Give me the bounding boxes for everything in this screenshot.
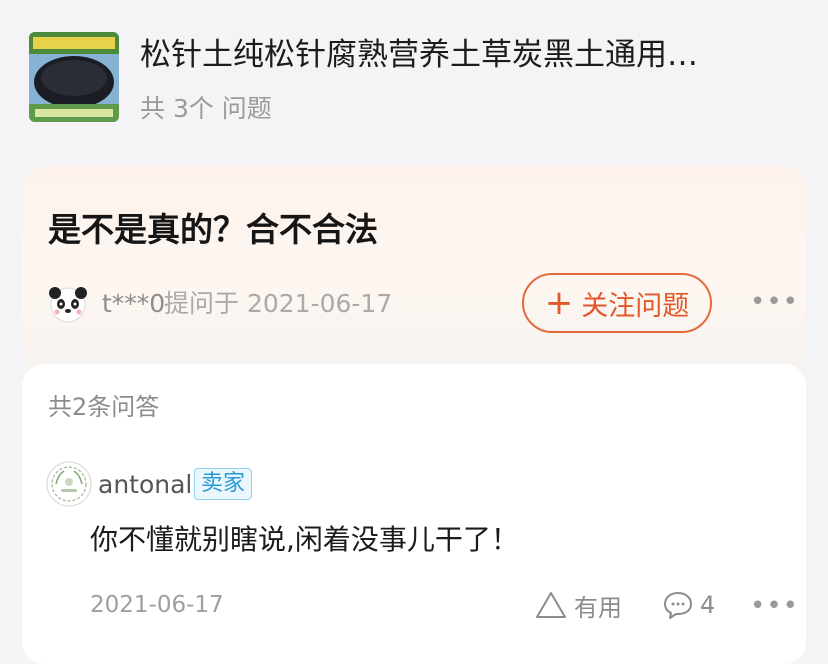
answer-text: 你不懂就别瞎说,闲着没事儿干了！ (90, 523, 519, 556)
triangle-icon (536, 592, 566, 618)
plus-icon: + (544, 283, 574, 323)
question-count: 共 3个 问题 (140, 94, 272, 123)
panda-avatar-icon[interactable] (48, 284, 88, 324)
seller-badge: 卖家 (194, 468, 253, 500)
product-image-icon (29, 32, 119, 122)
product-title[interactable]: 松针土纯松针腐熟营养土草炭黑土通用… (140, 34, 800, 76)
product-thumbnail[interactable] (29, 32, 119, 122)
product-header[interactable]: 松针土纯松针腐熟营养土草炭黑土通用… 共 3个 问题 (0, 0, 828, 160)
comments-button[interactable]: 4 (662, 588, 715, 622)
answerer-name: antonal (98, 470, 193, 499)
follow-question-label: 关注问题 (581, 290, 690, 322)
seller-avatar-icon[interactable] (46, 461, 92, 507)
question-title: 是不是真的？合不合法 (48, 210, 378, 249)
comment-bubble-icon (664, 592, 692, 619)
asked-date: 提问于 2021-06-17 (164, 289, 393, 318)
answer-date: 2021-06-17 (90, 592, 224, 618)
more-options-icon[interactable]: ••• (750, 284, 798, 320)
comment-count: 4 (700, 591, 716, 619)
asker-name: t***0 (102, 289, 166, 318)
useful-button[interactable]: 有用 (534, 588, 622, 622)
answers-card: 共2条问答 antonal 卖家 你不懂就别瞎说,闲着没事儿干了！ 2021-0… (22, 364, 806, 664)
answer-count: 共2条问答 (48, 393, 160, 421)
useful-label: 有用 (574, 593, 622, 622)
answer-more-options-icon[interactable]: ••• (750, 590, 798, 622)
question-card: 是不是真的？合不合法 t***0 提问于 2021-06-17 + 关注问题 •… (22, 166, 806, 376)
follow-question-button[interactable]: + 关注问题 (522, 273, 712, 333)
